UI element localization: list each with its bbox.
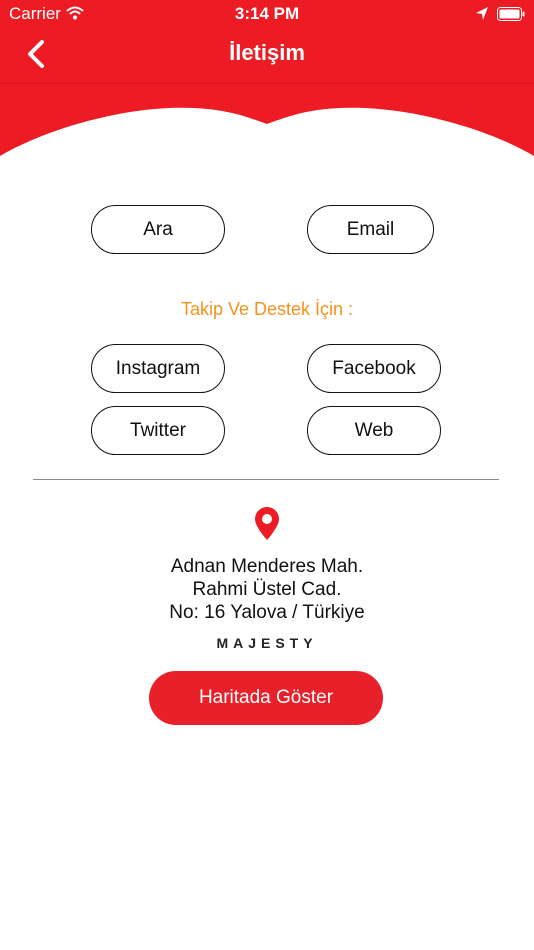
divider bbox=[33, 479, 499, 480]
show-on-map-button[interactable]: Haritada Göster bbox=[149, 671, 383, 725]
web-button[interactable]: Web bbox=[307, 406, 441, 455]
instagram-button[interactable]: Instagram bbox=[91, 344, 225, 393]
address-line-3: No: 16 Yalova / Türkiye bbox=[169, 602, 365, 623]
battery-icon bbox=[497, 6, 525, 26]
address-line-1: Adnan Menderes Mah. bbox=[170, 556, 364, 577]
location-pin-icon bbox=[253, 507, 281, 546]
page-title: İletişim bbox=[229, 40, 305, 65]
call-button[interactable]: Ara bbox=[91, 205, 225, 254]
location-arrow-icon bbox=[476, 6, 488, 26]
brand-logo: MAJESTY bbox=[216, 635, 318, 651]
status-bar: Carrier 3:14 PM bbox=[0, 0, 534, 28]
address-line-2: Rahmi Üstel Cad. bbox=[192, 579, 342, 600]
email-button[interactable]: Email bbox=[307, 205, 434, 254]
status-time: 3:14 PM bbox=[234, 4, 300, 23]
address-block: Adnan Menderes Mah. Rahmi Üstel Cad. No:… bbox=[0, 555, 534, 624]
social-section-label: Takip Ve Destek İçin : bbox=[180, 299, 354, 319]
twitter-button[interactable]: Twitter bbox=[91, 406, 225, 455]
facebook-button[interactable]: Facebook bbox=[307, 344, 441, 393]
